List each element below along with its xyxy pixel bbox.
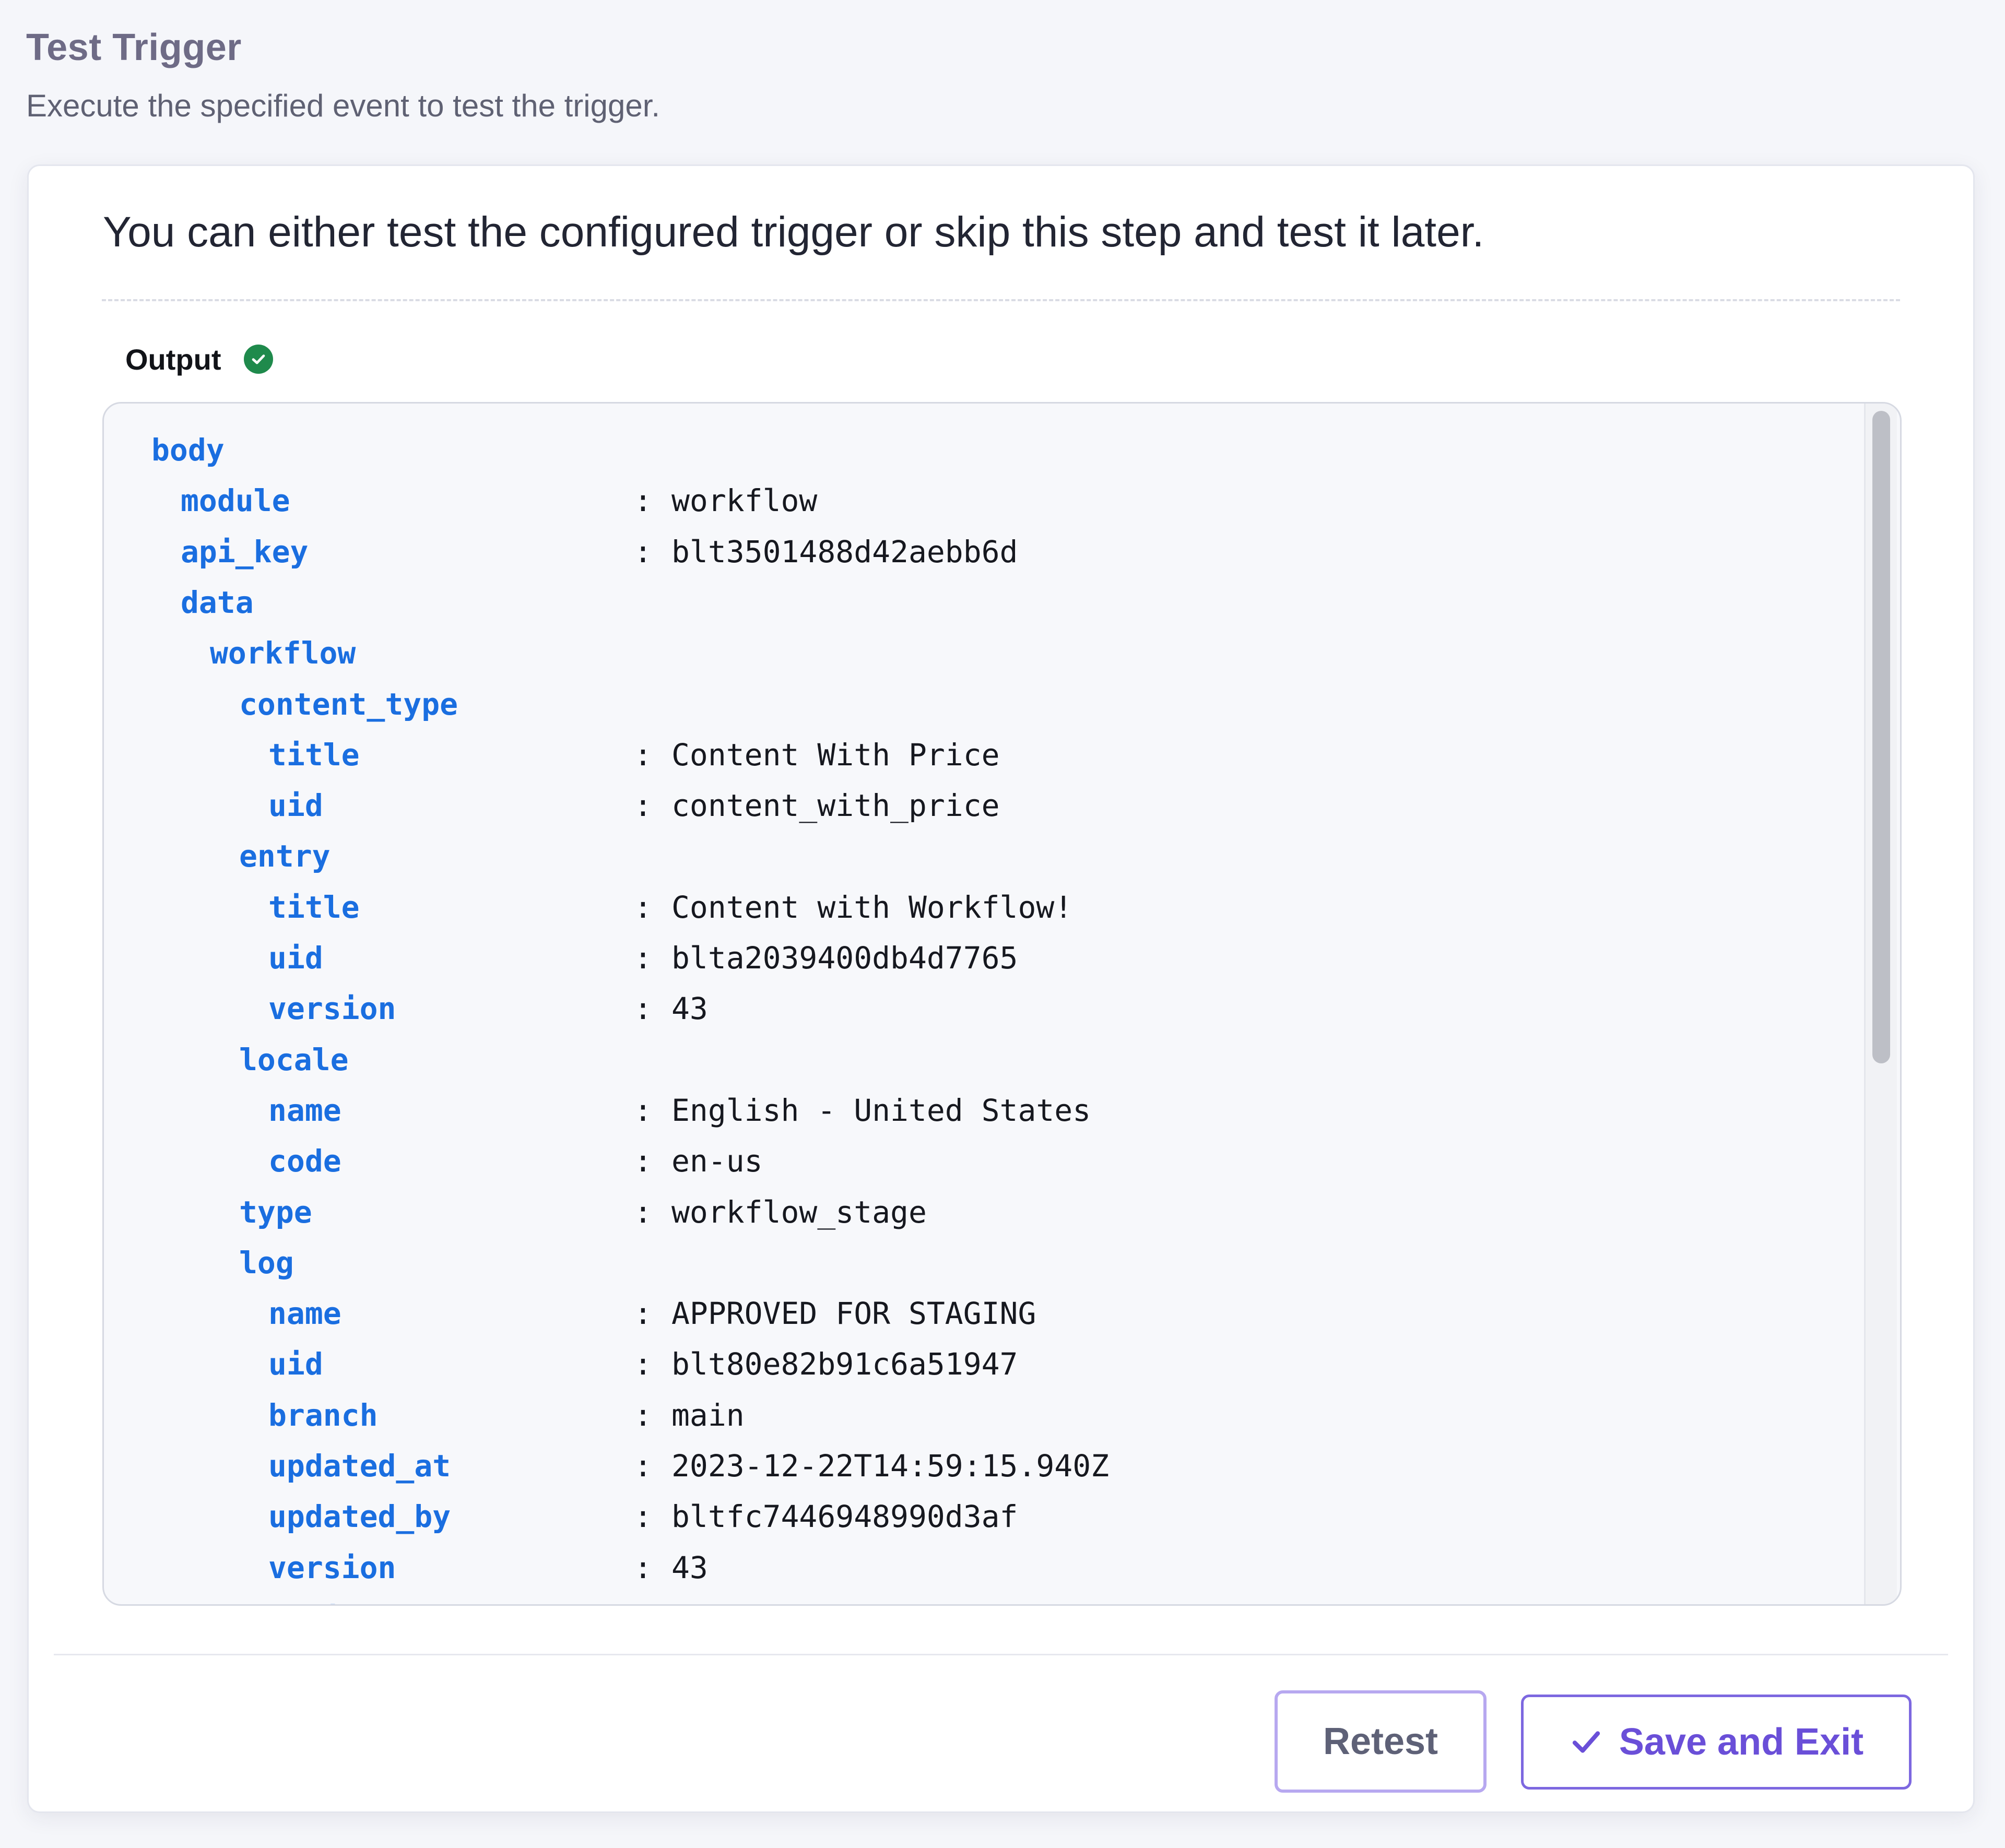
output-separator: :	[634, 1448, 652, 1484]
output-value: blt3501488d42aebb6d	[671, 534, 1018, 570]
output-line: assigned_to	[104, 1601, 1864, 1604]
output-separator: :	[634, 1296, 652, 1332]
save-and-exit-button[interactable]: Save and Exit	[1521, 1695, 1912, 1790]
output-value: Content with Workflow!	[671, 889, 1073, 925]
output-line: uid: content_with_price	[104, 788, 1864, 835]
output-separator: :	[634, 1143, 652, 1179]
output-value: 2023-12-22T14:59:15.940Z	[671, 1448, 1110, 1484]
output-line: title: Content with Workflow!	[104, 890, 1864, 937]
test-trigger-page: Test Trigger Execute the specified event…	[0, 0, 2005, 1848]
output-separator: :	[634, 1549, 652, 1585]
output-line: api_key: blt3501488d42aebb6d	[104, 534, 1864, 581]
output-header: Output	[125, 341, 274, 377]
retest-button[interactable]: Retest	[1275, 1690, 1487, 1793]
output-separator: :	[634, 483, 652, 519]
output-key: assigned_to	[268, 1601, 469, 1604]
output-line: entry	[104, 838, 1864, 885]
output-line: code: en-us	[104, 1143, 1864, 1190]
output-line: version:43	[104, 1550, 1864, 1597]
output-line: data	[104, 585, 1864, 632]
output-value: workflow	[671, 483, 818, 519]
output-lines: body module: workflow api_key: blt3501488d42…	[104, 404, 1864, 1604]
output-key: branch	[268, 1397, 378, 1433]
output-separator: :	[634, 889, 652, 925]
output-line: type: workflow_stage	[104, 1194, 1864, 1241]
output-key: uid	[268, 788, 323, 824]
output-value: APPROVED FOR STAGING	[671, 1296, 1036, 1332]
output-value: English - United States	[671, 1092, 1091, 1128]
output-value: blta2039400db4d7765	[671, 940, 1018, 976]
output-separator: :	[634, 991, 652, 1027]
output-separator: :	[634, 1194, 652, 1230]
output-line: updated_at:2023-12-22T14:59:15.940Z	[104, 1448, 1864, 1495]
output-key: version	[268, 1549, 396, 1585]
output-value: blt80e82b91c6a51947	[671, 1346, 1018, 1382]
output-separator: :	[634, 737, 652, 773]
output-key: log	[239, 1245, 294, 1281]
output-separator: :	[634, 1499, 652, 1535]
check-circle-icon	[244, 345, 274, 374]
output-key: api_key	[181, 534, 309, 570]
output-line: body	[104, 432, 1864, 479]
output-value: bltfc7446948990d3af	[671, 1499, 1018, 1535]
output-value: en-us	[671, 1143, 763, 1179]
output-line: content_type	[104, 686, 1864, 733]
output-key: entry	[239, 838, 331, 874]
output-viewer[interactable]: body module: workflow api_key: blt3501488d42…	[102, 402, 1902, 1606]
test-trigger-card: You can either test the configured trigg…	[27, 164, 1975, 1813]
output-key: title	[268, 737, 360, 773]
output-separator: :	[634, 788, 652, 824]
output-line: uid: blta2039400db4d7765	[104, 940, 1864, 987]
output-label: Output	[125, 342, 221, 376]
output-key: title	[268, 889, 360, 925]
output-line: locale	[104, 1042, 1864, 1089]
output-line: log	[104, 1245, 1864, 1292]
output-separator: :	[634, 1346, 652, 1382]
output-separator: :	[634, 1397, 652, 1433]
output-key: type	[239, 1194, 312, 1230]
output-line: branch: main	[104, 1397, 1864, 1444]
output-key: uid	[268, 940, 323, 976]
save-and-exit-label: Save and Exit	[1619, 1721, 1864, 1763]
output-value: content_with_price	[671, 788, 1000, 824]
output-scrollbar[interactable]	[1864, 404, 1897, 1604]
checkmark-icon	[1569, 1725, 1603, 1759]
output-value: Content With Price	[671, 737, 1000, 773]
output-key: body	[151, 432, 225, 468]
output-line: workflow	[104, 635, 1864, 682]
output-line: updated_by: bltfc7446948990d3af	[104, 1499, 1864, 1546]
output-value: 43	[671, 1549, 708, 1585]
output-key: updated_at	[268, 1448, 451, 1484]
output-key: data	[181, 584, 254, 620]
output-key: uid	[268, 1346, 323, 1382]
output-key: locale	[239, 1041, 349, 1077]
output-key: content_type	[239, 686, 458, 722]
dashed-divider	[102, 299, 1900, 301]
output-key: updated_by	[268, 1499, 451, 1535]
output-key: version	[268, 991, 396, 1027]
output-line: name: APPROVED FOR STAGING	[104, 1296, 1864, 1343]
output-key: code	[268, 1143, 341, 1179]
output-line: title: Content With Price	[104, 737, 1864, 784]
output-scrollbar-thumb[interactable]	[1872, 411, 1890, 1063]
output-separator: :	[634, 1092, 652, 1128]
retest-button-label: Retest	[1323, 1721, 1438, 1762]
page-subtitle: Execute the specified event to test the …	[26, 88, 661, 123]
output-line: uid: blt80e82b91c6a51947	[104, 1346, 1864, 1393]
output-line: version:43	[104, 991, 1864, 1038]
output-key: workflow	[210, 635, 356, 671]
output-key: module	[181, 483, 290, 519]
output-value: main	[671, 1397, 745, 1433]
footer-divider	[54, 1654, 1948, 1655]
output-line: module: workflow	[104, 483, 1864, 530]
page-title: Test Trigger	[26, 27, 242, 68]
output-separator: :	[634, 940, 652, 976]
output-value: workflow_stage	[671, 1194, 927, 1230]
output-value: 43	[671, 991, 708, 1027]
output-separator: :	[634, 534, 652, 570]
intro-text: You can either test the configured trigg…	[103, 208, 1484, 256]
output-key: name	[268, 1296, 341, 1332]
output-line: name: English - United States	[104, 1093, 1864, 1140]
output-key: name	[268, 1092, 341, 1128]
